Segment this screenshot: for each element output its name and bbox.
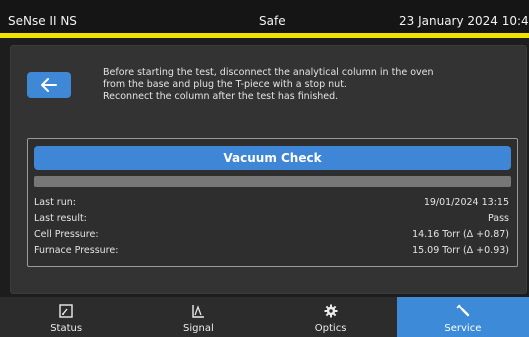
tab-status[interactable]: Status: [0, 297, 132, 337]
instruction-line-2: from the base and plug the T-piece with …: [103, 79, 347, 90]
result-row-last-run: Last run: 19/01/2024 13:15: [34, 197, 511, 211]
row-value: 15.09 Torr (Δ +0.93): [412, 245, 509, 256]
gear-icon: [324, 304, 338, 318]
tab-label: Optics: [314, 323, 347, 334]
date-time: 23 January 2024 10:48: [399, 14, 529, 28]
result-row-cell-pressure: Cell Pressure: 14.16 Torr (Δ +0.87): [34, 229, 511, 243]
instruction-line-1: Before starting the test, disconnect the…: [103, 67, 434, 78]
status-bar: SeNse II NS Safe 23 January 2024 10:48: [0, 0, 529, 33]
arrow-left-icon: [41, 78, 57, 92]
vacuum-check-button[interactable]: Vacuum Check: [34, 146, 511, 170]
main-panel: Before starting the test, disconnect the…: [10, 45, 527, 294]
signal-chart-icon: [192, 305, 205, 318]
row-label: Last run:: [34, 197, 76, 208]
instruction-line-3: Reconnect the column after the test has …: [103, 91, 339, 102]
result-row-last-result: Last result: Pass: [34, 213, 511, 227]
vacuum-check-panel: Vacuum Check Last run: 19/01/2024 13:15 …: [27, 138, 518, 267]
wrench-icon: [456, 304, 470, 317]
tab-signal[interactable]: Signal: [132, 297, 264, 337]
tab-label: Signal: [183, 323, 214, 334]
tab-label: Service: [444, 323, 482, 334]
instrument-state: Safe: [259, 14, 286, 28]
status-gauge-icon: [59, 304, 73, 318]
tab-label: Status: [50, 323, 83, 334]
test-progress-bar: [34, 176, 511, 187]
row-value: 14.16 Torr (Δ +0.87): [412, 229, 509, 240]
bottom-nav: Status Signal Optics Service: [0, 297, 529, 337]
row-label: Cell Pressure:: [34, 229, 99, 240]
instructions: Before starting the test, disconnect the…: [103, 67, 434, 103]
row-label: Furnace Pressure:: [34, 245, 119, 256]
status-indicator-line: [0, 33, 529, 38]
tab-service[interactable]: Service: [396, 297, 529, 337]
row-label: Last result:: [34, 213, 87, 224]
back-button[interactable]: [27, 72, 71, 98]
result-row-furnace-pressure: Furnace Pressure: 15.09 Torr (Δ +0.93): [34, 245, 511, 259]
device-name: SeNse II NS: [8, 14, 77, 28]
row-value: 19/01/2024 13:15: [423, 197, 509, 208]
tab-optics[interactable]: Optics: [265, 297, 397, 337]
row-value: Pass: [487, 213, 509, 224]
